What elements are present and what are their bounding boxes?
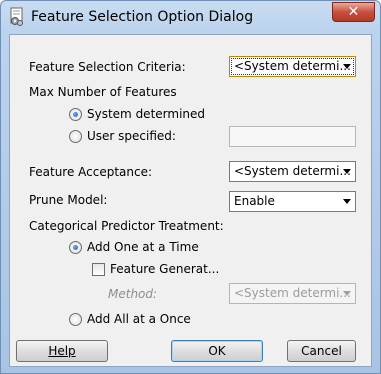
- add-one-label[interactable]: Add One at a Time: [87, 240, 199, 254]
- user-specified-radio[interactable]: [69, 130, 82, 143]
- dialog-window: Feature Selection Option Dialog ✕ Featur…: [0, 0, 381, 374]
- cancel-button-label: Cancel: [301, 344, 342, 358]
- app-icon: [10, 7, 23, 26]
- prune-dropdown[interactable]: Enable: [229, 191, 356, 212]
- ok-button-label: OK: [208, 344, 226, 358]
- feature-generation-label[interactable]: Feature Generat...: [110, 262, 219, 276]
- acceptance-value: <System determi...: [234, 164, 351, 178]
- add-all-label[interactable]: Add All at a Once: [87, 312, 191, 326]
- max-features-label: Max Number of Features: [29, 85, 177, 99]
- radio-selected-dot: [73, 112, 78, 117]
- system-determined-radio[interactable]: [69, 108, 82, 121]
- acceptance-label: Feature Acceptance:: [29, 165, 153, 179]
- method-dropdown: <System determi...: [229, 283, 356, 304]
- system-determined-label[interactable]: System determined: [87, 107, 205, 121]
- criteria-label: Feature Selection Criteria:: [29, 60, 186, 74]
- feature-generation-checkbox[interactable]: [92, 263, 105, 276]
- method-label: Method:: [108, 287, 158, 301]
- radio-selected-dot: [73, 245, 78, 250]
- ok-button[interactable]: OK: [171, 340, 263, 362]
- prune-value: Enable: [234, 194, 275, 208]
- acceptance-dropdown[interactable]: <System determi...: [229, 161, 356, 182]
- add-all-radio[interactable]: [69, 313, 82, 326]
- prune-label: Prune Model:: [29, 193, 108, 207]
- chevron-down-icon: [343, 64, 351, 69]
- chevron-down-icon: [343, 169, 351, 174]
- close-icon: ✕: [347, 4, 360, 20]
- chevron-down-icon: [343, 199, 351, 204]
- cancel-button[interactable]: Cancel: [287, 340, 356, 362]
- title-bar[interactable]: Feature Selection Option Dialog ✕: [1, 1, 380, 34]
- help-button[interactable]: Help: [16, 340, 108, 362]
- dialog-title: Feature Selection Option Dialog: [31, 9, 254, 25]
- user-specified-input[interactable]: [229, 126, 356, 147]
- criteria-value: <System determi...: [234, 59, 351, 73]
- user-specified-label[interactable]: User specified:: [87, 129, 176, 143]
- criteria-dropdown[interactable]: <System determi...: [229, 56, 356, 77]
- add-one-radio[interactable]: [69, 241, 82, 254]
- chevron-down-icon: [343, 291, 351, 296]
- method-value: <System determi...: [234, 286, 351, 300]
- dialog-content: Feature Selection Criteria: <System dete…: [9, 34, 372, 367]
- help-button-label: Help: [48, 344, 76, 358]
- categorical-label: Categorical Predictor Treatment:: [29, 219, 224, 233]
- close-button[interactable]: ✕: [332, 2, 375, 22]
